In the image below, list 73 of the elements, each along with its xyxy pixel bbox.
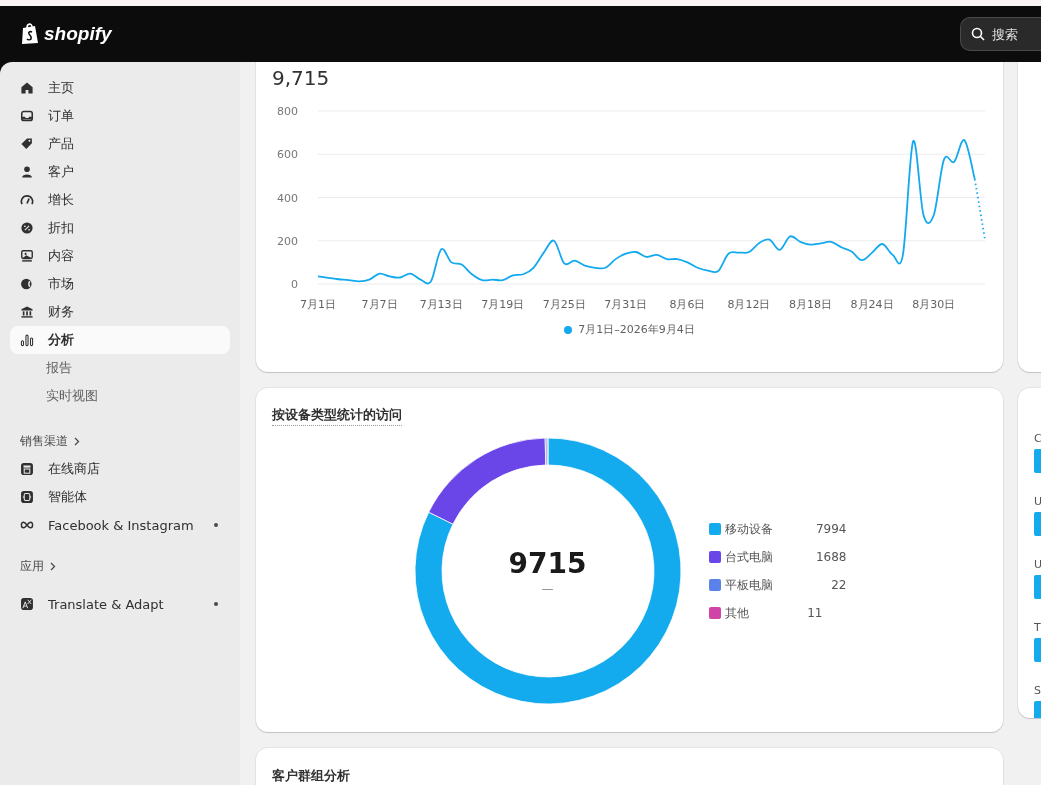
nav-item[interactable]: 订单 bbox=[10, 102, 230, 130]
axis-label: 600 bbox=[277, 148, 298, 162]
search-icon bbox=[971, 27, 985, 41]
gauge-icon bbox=[20, 193, 34, 207]
shopping-bag-icon bbox=[20, 23, 40, 45]
axis-label: 7月7日 bbox=[361, 298, 398, 311]
chevron-icon[interactable] bbox=[50, 561, 56, 571]
nav-item[interactable]: 客户 bbox=[10, 158, 230, 186]
nav-item[interactable]: 产品 bbox=[10, 130, 230, 158]
axis-label: 8月6日 bbox=[669, 298, 706, 311]
legend-value: 11 bbox=[806, 606, 823, 620]
section-heading[interactable]: 销售渠道 bbox=[20, 432, 68, 450]
legend-dot bbox=[564, 325, 573, 334]
row-label: U bbox=[1034, 558, 1041, 571]
legend-value: 1688 bbox=[814, 550, 847, 564]
axis-label: 0 bbox=[291, 278, 298, 291]
row-label: T bbox=[1034, 621, 1041, 634]
bar-chart-icon bbox=[20, 333, 34, 347]
change-value: — bbox=[541, 581, 554, 596]
nav-item[interactable]: 内容 bbox=[10, 242, 230, 270]
axis-label: 800 bbox=[277, 105, 298, 118]
legend-value: 7994 bbox=[814, 522, 847, 536]
nav-item[interactable]: Translate & Adapt bbox=[10, 590, 230, 618]
nav-item[interactable]: Facebook & Instagram bbox=[10, 511, 230, 539]
axis-label: 7月1日 bbox=[300, 298, 336, 311]
row-label: C bbox=[1034, 432, 1041, 445]
legend-label: 7月1日–2026年9月4日 bbox=[578, 322, 695, 337]
legend-label: 移动设备 bbox=[724, 520, 773, 538]
person-icon bbox=[20, 165, 34, 179]
axis-label: 7月31日 bbox=[604, 298, 648, 311]
nav-item[interactable]: 在线商店 bbox=[10, 455, 230, 483]
nav-subitem[interactable]: 实时视图 bbox=[10, 382, 230, 410]
card-title: 按设备类型统计的访问 bbox=[272, 406, 402, 426]
row-label: S bbox=[1034, 684, 1041, 697]
legend-value: 22 bbox=[830, 578, 847, 592]
nav-item[interactable]: 财务 bbox=[10, 298, 230, 326]
bank-icon bbox=[20, 305, 34, 319]
nav-item[interactable]: 主页 bbox=[10, 74, 230, 102]
store-icon bbox=[20, 462, 34, 476]
axis-label: 7月13日 bbox=[419, 298, 463, 311]
legend-label: 平板电脑 bbox=[724, 576, 773, 594]
axis-label: 8月30日 bbox=[912, 298, 956, 311]
robot-icon bbox=[20, 490, 34, 504]
nav-item[interactable]: 市场 bbox=[10, 270, 230, 298]
nav-item[interactable]: 折扣 bbox=[10, 214, 230, 242]
projected-line bbox=[973, 178, 986, 241]
legend-label: 台式电脑 bbox=[724, 548, 773, 566]
legend-label: 其他 bbox=[724, 604, 749, 622]
logo-text[interactable]: shopify bbox=[44, 23, 112, 45]
donut-total: 9715 bbox=[508, 546, 587, 580]
translate-icon bbox=[20, 597, 34, 611]
axis-label: 200 bbox=[277, 234, 298, 248]
nav-subitem[interactable]: 报告 bbox=[10, 354, 230, 382]
axis-label: 7月19日 bbox=[481, 298, 525, 311]
inbox-icon bbox=[20, 109, 34, 123]
row-label: U bbox=[1034, 495, 1041, 508]
monitor-icon bbox=[20, 249, 34, 263]
axis-label: 8月18日 bbox=[789, 298, 833, 311]
search-field[interactable]: 搜索 bbox=[960, 17, 1041, 51]
nav-item[interactable]: 智能体 bbox=[10, 483, 230, 511]
nav-item[interactable]: 分析 bbox=[10, 326, 230, 354]
section-heading[interactable]: 应用 bbox=[20, 557, 44, 575]
discount-icon bbox=[20, 221, 34, 235]
axis-label: 8月12日 bbox=[727, 298, 771, 311]
total-value: 9,715 bbox=[272, 66, 331, 90]
nav-item[interactable]: 增长 bbox=[10, 186, 230, 214]
axis-label: 8月24日 bbox=[850, 298, 894, 311]
axis-label: 400 bbox=[277, 191, 298, 205]
tag-icon bbox=[20, 137, 34, 151]
home-icon bbox=[20, 81, 34, 95]
axis-label: 7月25日 bbox=[542, 298, 586, 311]
chevron-icon[interactable] bbox=[74, 436, 80, 446]
card-title: 客户群组分析 bbox=[272, 767, 350, 785]
